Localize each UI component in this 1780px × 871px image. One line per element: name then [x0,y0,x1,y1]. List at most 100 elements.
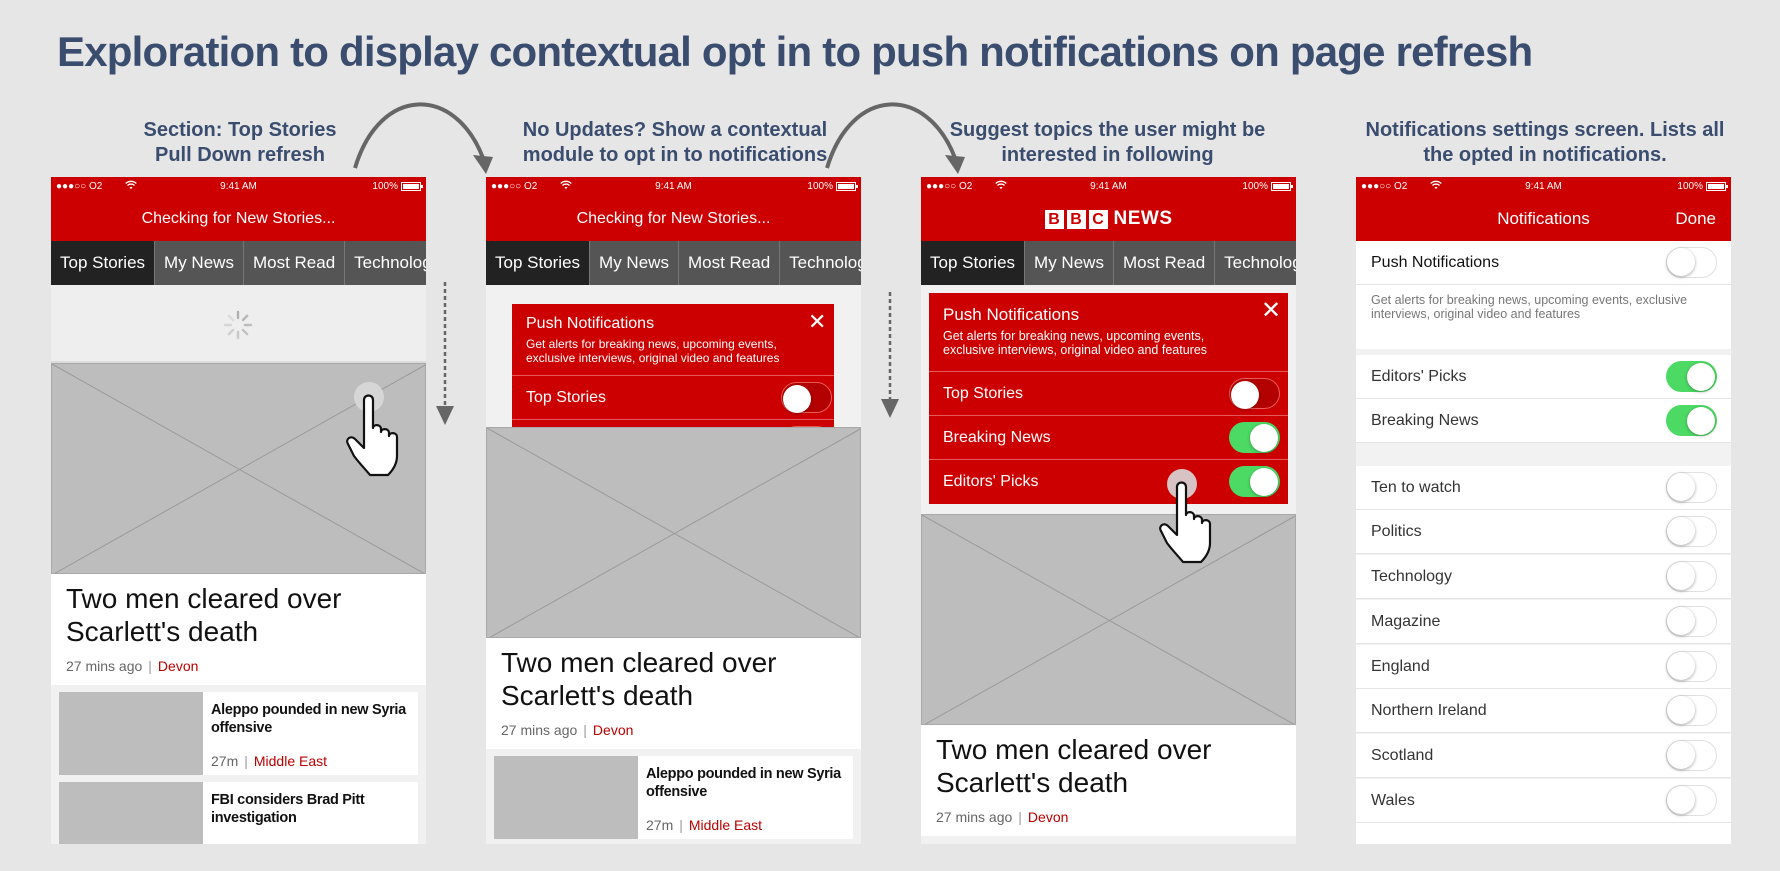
tab-most-read[interactable]: Most Read [244,241,346,285]
settings-row-politics[interactable]: Politics [1356,510,1731,554]
top-stories-toggle[interactable] [1229,378,1280,409]
settings-header: Notifications Done [1356,197,1731,241]
tab-top-stories[interactable]: Top Stories [51,241,156,285]
section-tabs: Top Stories My News Most Read Technology [486,241,861,285]
status-bar: ●●●○○ O2 9:41 AM 100% [921,177,1296,197]
module-row-breaking-news[interactable]: Breaking News [929,415,1288,459]
dashed-down-arrow-1 [436,282,454,425]
battery-icon [836,182,858,191]
section-tag-link[interactable]: Devon [158,658,198,674]
battery-icon [1271,182,1293,191]
module-row-top-stories[interactable]: Top Stories [512,375,834,419]
section-tag-link[interactable]: Devon [593,722,633,738]
top-stories-toggle[interactable] [781,382,832,413]
list-item[interactable]: Aleppo pounded in new Syria offensive 27… [59,692,418,775]
technology-toggle[interactable] [1666,561,1717,592]
headline-meta: 27 mins ago | Devon [66,658,199,674]
headline-meta: 27 mins ago | Devon [936,809,1069,825]
thumbnail-placeholder [494,756,638,839]
breaking-news-toggle[interactable] [1666,405,1717,436]
close-icon[interactable]: ✕ [1261,299,1281,323]
module-row-top-stories[interactable]: Top Stories [929,371,1288,415]
editors-picks-toggle[interactable] [1666,361,1717,392]
caption-4: Notifications settings screen. Lists all… [1365,119,1725,166]
england-toggle[interactable] [1666,651,1717,682]
dashed-down-arrow-2 [881,292,899,418]
tab-most-read[interactable]: Most Read [679,241,781,285]
image-placeholder [921,514,1296,725]
module-description: Get alerts for breaking news, upcoming e… [943,329,1208,357]
thumbnail-placeholder [59,692,203,775]
status-time: 9:41 AM [1525,181,1562,192]
thumbnail-placeholder [59,782,203,844]
settings-row-push-notifications[interactable]: Push Notifications [1356,241,1731,285]
battery-status: 100% [1677,181,1728,192]
status-time: 9:41 AM [220,181,257,192]
battery-status: 100% [372,181,423,192]
tab-technology[interactable]: Technology [345,241,426,285]
section-tabs: Top Stories My News Most Read Technology [921,241,1296,285]
settings-row-technology[interactable]: Technology [1356,555,1731,599]
module-title: Push Notifications [943,305,1080,324]
northern-ireland-toggle[interactable] [1666,695,1717,726]
settings-title: Notifications [1497,209,1590,228]
tab-top-stories[interactable]: Top Stories [921,241,1026,285]
push-notifications-toggle[interactable] [1666,247,1717,278]
politics-toggle[interactable] [1666,516,1717,547]
tab-my-news[interactable]: My News [155,241,244,285]
phone-screen-4: ●●●○○ O2 9:41 AM 100% Notifications Done… [1356,177,1731,844]
list-item[interactable]: FBI considers Brad Pitt investigation [59,782,418,844]
module-title: Push Notifications [526,315,655,332]
status-bar: ●●●○○ O2 9:41 AM 100% [486,177,861,197]
curved-arrow-1 [353,102,493,174]
settings-row-ten-to-watch[interactable]: Ten to watch [1356,466,1731,510]
battery-icon [401,182,423,191]
settings-row-england[interactable]: England [1356,645,1731,689]
settings-row-editors-picks[interactable]: Editors' Picks [1356,355,1731,399]
checking-header: Checking for New Stories... [486,197,861,241]
wales-toggle[interactable] [1666,785,1717,816]
curved-arrow-2 [825,102,965,174]
push-opt-in-module: Push Notifications Get alerts for breaki… [929,293,1288,504]
ten-to-watch-toggle[interactable] [1666,472,1717,503]
magazine-toggle[interactable] [1666,606,1717,637]
settings-row-breaking-news[interactable]: Breaking News [1356,399,1731,443]
scotland-toggle[interactable] [1666,740,1717,771]
module-row-editors-picks[interactable]: Editors' Picks [929,459,1288,503]
status-bar: ●●●○○ O2 9:41 AM 100% [51,177,426,197]
editors-picks-toggle[interactable] [1229,466,1280,497]
headline-card[interactable]: Two men cleared over Scarlett's death 27… [486,638,861,749]
section-tag-link[interactable]: Devon [1028,809,1068,825]
tab-technology[interactable]: Technology [780,241,861,285]
settings-row-magazine[interactable]: Magazine [1356,600,1731,644]
headline-card[interactable]: Two men cleared over Scarlett's death 27… [51,574,426,685]
section-tag-link[interactable]: Middle East [254,753,327,769]
settings-row-northern-ireland[interactable]: Northern Ireland [1356,689,1731,733]
tab-technology[interactable]: Technology [1215,241,1296,285]
push-opt-in-module: Push Notifications Get alerts for breaki… [512,304,834,457]
headline-text: Two men cleared over Scarlett's death [936,734,1212,798]
settings-row-scotland[interactable]: Scotland [1356,734,1731,778]
tab-my-news[interactable]: My News [590,241,679,285]
caption-1: Section: Top Stories Pull Down refresh [143,119,337,166]
battery-status: 100% [807,181,858,192]
bbc-news-header: B B C NEWS [921,197,1296,241]
headline-text: Two men cleared over Scarlett's death [66,583,342,647]
refresh-area [51,285,426,363]
tab-top-stories[interactable]: Top Stories [486,241,591,285]
tab-most-read[interactable]: Most Read [1114,241,1216,285]
battery-icon [1706,182,1728,191]
phone-screen-2: ●●●○○ O2 9:41 AM 100% Checking for New S… [486,177,861,844]
status-time: 9:41 AM [655,181,692,192]
tab-my-news[interactable]: My News [1025,241,1114,285]
settings-row-wales[interactable]: Wales [1356,779,1731,823]
headline-meta: 27 mins ago | Devon [501,722,634,738]
caption-3: Suggest topics the user might be interest… [949,119,1266,166]
headline-card[interactable]: Two men cleared over Scarlett's death 27… [921,725,1296,836]
close-icon[interactable]: ✕ [808,311,826,333]
list-item[interactable]: Aleppo pounded in new Syria offensive 27… [494,756,853,839]
done-button[interactable]: Done [1675,209,1716,229]
breaking-news-toggle[interactable] [1229,422,1280,453]
pointing-hand-icon [346,382,399,477]
section-tag-link[interactable]: Middle East [689,817,762,833]
